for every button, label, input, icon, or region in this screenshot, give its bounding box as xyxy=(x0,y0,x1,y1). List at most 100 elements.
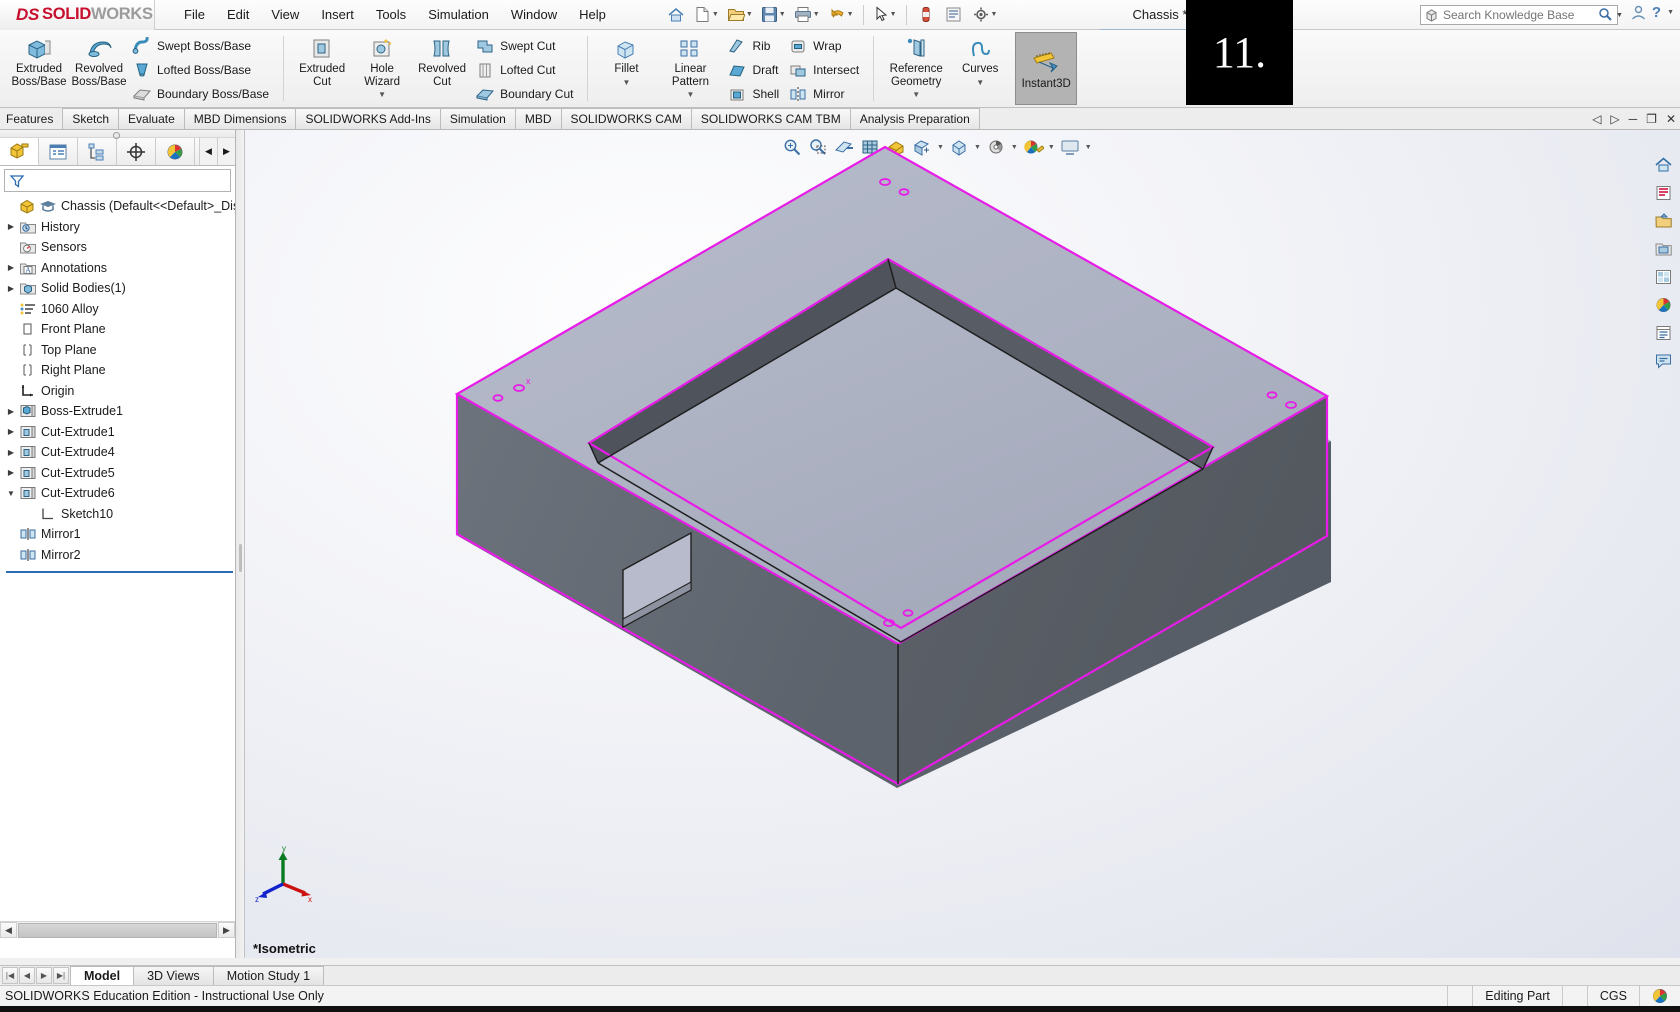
bottom-tab-motion-study[interactable]: Motion Study 1 xyxy=(212,966,325,985)
tree-item-boss-extrude1[interactable]: ▶ Boss-Extrude1 xyxy=(4,401,235,422)
reference-geometry-button[interactable]: Reference Geometry ▼ xyxy=(882,30,950,107)
new-document-button[interactable]: ▼ xyxy=(691,2,722,28)
menu-item-edit[interactable]: Edit xyxy=(216,3,260,26)
graphics-area[interactable]: ▼ ▼ ▼ ▼ ▼ x y x z *Isometric xyxy=(245,130,1680,958)
display-manager-tab[interactable] xyxy=(156,138,195,165)
tree-item-annotations[interactable]: ▶ A Annotations xyxy=(4,258,235,279)
linear-pattern-button[interactable]: Linear Pattern ▼ xyxy=(656,30,724,107)
panel-collapse-left-icon[interactable]: ◁ xyxy=(1592,112,1601,126)
maximize-button[interactable]: ❐ xyxy=(1646,112,1657,126)
select-button[interactable]: ▼ xyxy=(870,2,900,28)
feature-tree-filter[interactable] xyxy=(4,169,231,192)
scroll-left-arrow[interactable]: ◀ xyxy=(0,922,17,938)
menu-item-tools[interactable]: Tools xyxy=(365,3,417,26)
tree-item-origin[interactable]: Origin xyxy=(4,381,235,402)
undo-button[interactable]: ▼ xyxy=(825,2,857,28)
tab-evaluate[interactable]: Evaluate xyxy=(118,108,185,129)
user-account-icon[interactable] xyxy=(1630,4,1647,21)
fillet-caret-icon[interactable]: ▼ xyxy=(623,77,631,90)
extruded-boss-base-button[interactable]: Extruded Boss/Base xyxy=(9,30,69,107)
undo-caret[interactable]: ▼ xyxy=(847,11,854,18)
tab-solidworks-cam[interactable]: SOLIDWORKS CAM xyxy=(560,108,692,129)
open-document-button[interactable]: ▼ xyxy=(724,2,756,28)
swept-cut-button[interactable]: Swept Cut xyxy=(472,34,579,58)
feature-tree-horizontal-scrollbar[interactable]: ◀ ▶ xyxy=(0,921,235,938)
tab-solidworks-add-ins[interactable]: SOLIDWORKS Add-Ins xyxy=(295,108,441,129)
panel-splitter[interactable] xyxy=(236,130,245,958)
feature-tree-tab[interactable] xyxy=(0,138,39,165)
open-document-caret[interactable]: ▼ xyxy=(746,11,753,18)
first-tab-button[interactable]: |◀ xyxy=(2,967,18,984)
tree-item-sensors[interactable]: Sensors xyxy=(4,237,235,258)
tree-item-cut-extrude4[interactable]: ▶ Cut-Extrude4 xyxy=(4,442,235,463)
menu-item-simulation[interactable]: Simulation xyxy=(417,3,500,26)
solidworks-logo[interactable]: DS SOLID WORKS xyxy=(0,0,155,30)
new-document-caret[interactable]: ▼ xyxy=(712,11,719,18)
menu-item-insert[interactable]: Insert xyxy=(310,3,365,26)
tree-arrow[interactable]: ▶ xyxy=(4,263,18,272)
boundary-boss-base-button[interactable]: Boundary Boss/Base xyxy=(129,82,275,106)
extruded-cut-button[interactable]: Extruded Cut xyxy=(292,30,352,107)
search-knowledge-base[interactable]: ▼ xyxy=(1420,5,1623,25)
reference-geometry-caret-icon[interactable]: ▼ xyxy=(912,89,920,102)
revolved-cut-button[interactable]: Revolved Cut xyxy=(412,30,472,107)
measure-button[interactable] xyxy=(913,2,939,28)
wrap-button[interactable]: Wrap xyxy=(785,34,865,58)
scroll-right-arrow[interactable]: ▶ xyxy=(218,922,235,938)
configuration-manager-tab[interactable] xyxy=(78,138,117,165)
scroll-thumb[interactable] xyxy=(18,922,217,938)
last-tab-button[interactable]: ▶| xyxy=(53,967,69,984)
menu-item-help[interactable]: Help xyxy=(568,3,617,26)
panel-collapse-right-icon[interactable]: ▷ xyxy=(1610,112,1619,126)
chassis-model[interactable]: x xyxy=(245,130,1680,958)
property-manager-tab[interactable] xyxy=(39,138,78,165)
search-input[interactable] xyxy=(1443,8,1598,22)
tree-item-history[interactable]: ▶ History xyxy=(4,217,235,238)
help-caret-icon[interactable]: ▼ xyxy=(1667,9,1674,16)
tree-arrow[interactable]: ▶ xyxy=(4,468,18,477)
tree-arrow[interactable]: ▶ xyxy=(4,427,18,436)
fillet-button[interactable]: Fillet ▼ xyxy=(596,30,656,107)
print-button[interactable]: ▼ xyxy=(791,2,823,28)
rollback-bar[interactable] xyxy=(6,571,233,573)
options-caret[interactable]: ▼ xyxy=(991,11,998,18)
print-caret[interactable]: ▼ xyxy=(813,11,820,18)
instant3d-button[interactable]: Instant3D xyxy=(1015,32,1078,105)
menu-item-view[interactable]: View xyxy=(260,3,310,26)
tab-features[interactable]: Features xyxy=(0,108,63,129)
tree-item-mirror2[interactable]: Mirror2 xyxy=(4,545,235,566)
status-units[interactable]: CGS xyxy=(1586,985,1639,1007)
tab-solidworks-cam-tbm[interactable]: SOLIDWORKS CAM TBM xyxy=(690,108,851,129)
tree-item-front-plane[interactable]: Front Plane xyxy=(4,319,235,340)
hole-wizard-button[interactable]: Hole Wizard ▼ xyxy=(352,30,412,107)
pin-icon[interactable] xyxy=(625,6,647,24)
tree-item-top-plane[interactable]: Top Plane xyxy=(4,340,235,361)
tree-item-mirror1[interactable]: Mirror1 xyxy=(4,524,235,545)
dimxpert-manager-tab[interactable] xyxy=(117,138,156,165)
tree-item-cut-extrude5[interactable]: ▶ Cut-Extrude5 xyxy=(4,463,235,484)
tab-nav-prev[interactable]: ◀ xyxy=(199,138,217,165)
bottom-tab-3d-views[interactable]: 3D Views xyxy=(133,966,214,985)
bottom-tab-model[interactable]: Model xyxy=(70,966,135,985)
save-caret[interactable]: ▼ xyxy=(779,11,786,18)
tree-item-sketch10[interactable]: Sketch10 xyxy=(4,504,235,525)
tab-simulation[interactable]: Simulation xyxy=(439,108,516,129)
swept-boss-base-button[interactable]: Swept Boss/Base xyxy=(129,34,275,58)
draft-button[interactable]: Draft xyxy=(724,58,785,82)
tree-arrow[interactable]: ▶ xyxy=(4,407,18,416)
tree-item-right-plane[interactable]: Right Plane xyxy=(4,360,235,381)
minimize-button[interactable]: ─ xyxy=(1629,112,1638,126)
hole-wizard-caret-icon[interactable]: ▼ xyxy=(378,89,386,102)
curves-button[interactable]: Curves ▼ xyxy=(950,30,1010,107)
tree-item-chassis[interactable]: Chassis (Default<<Default>_Displa xyxy=(4,196,235,217)
help-icon[interactable]: ? xyxy=(1652,4,1661,21)
lofted-boss-base-button[interactable]: Lofted Boss/Base xyxy=(129,58,275,82)
feature-manager-handle[interactable] xyxy=(0,130,235,139)
menu-item-file[interactable]: File xyxy=(173,3,216,26)
tree-arrow[interactable]: ▶ xyxy=(4,284,18,293)
tree-item-cut-extrude6[interactable]: ▼ Cut-Extrude6 xyxy=(4,483,235,504)
tree-item-material[interactable]: 1060 Alloy xyxy=(4,299,235,320)
linear-pattern-caret-icon[interactable]: ▼ xyxy=(687,89,695,102)
intersect-button[interactable]: Intersect xyxy=(785,58,865,82)
rebuild-button[interactable] xyxy=(941,2,967,28)
